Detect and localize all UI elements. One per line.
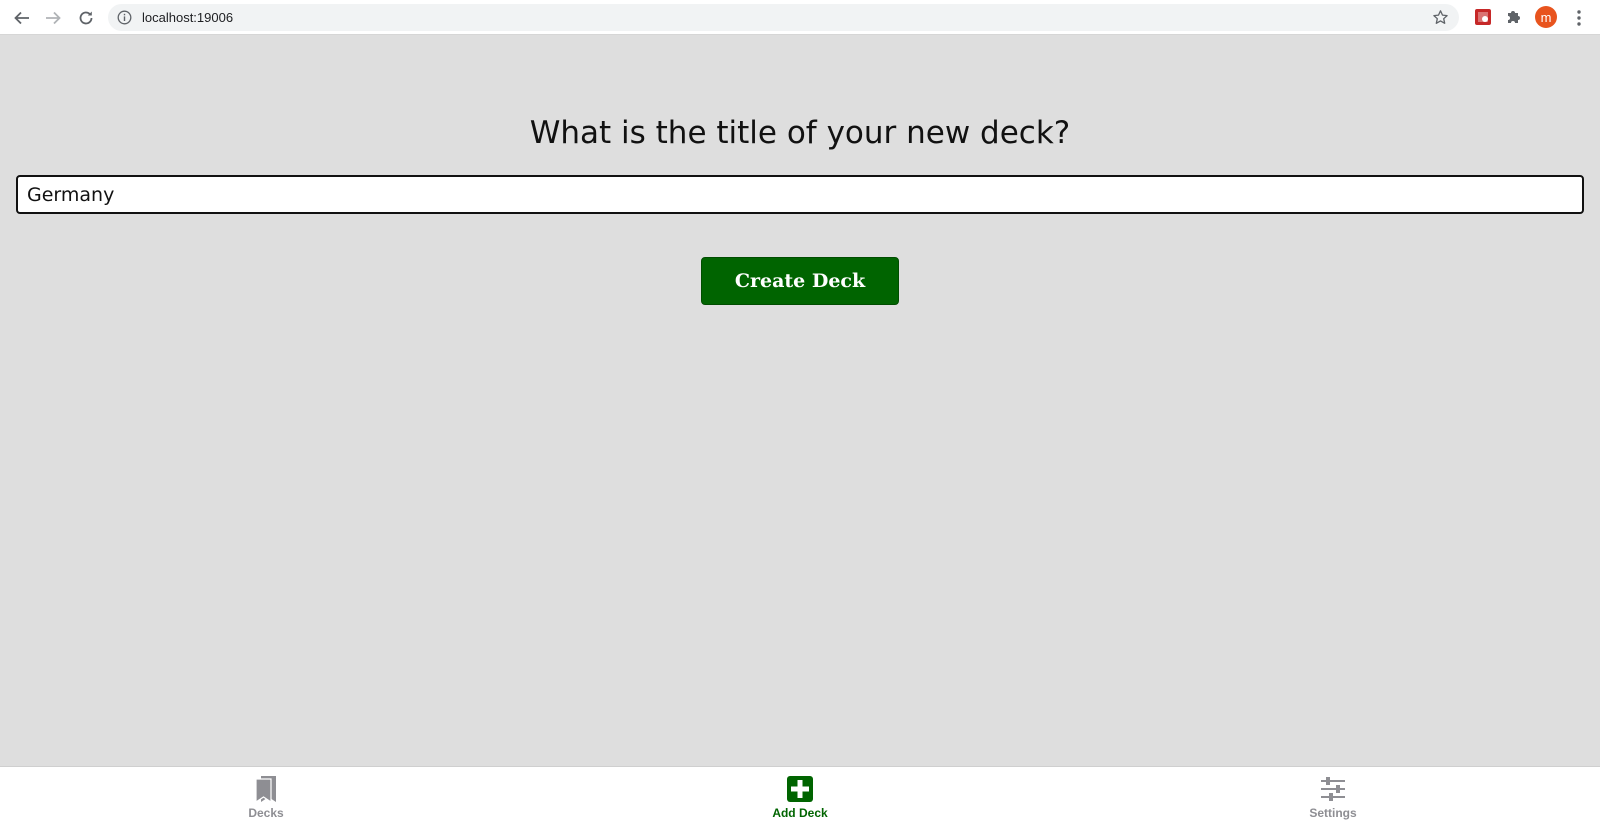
- puzzle-icon: [1508, 11, 1520, 23]
- plus-square-icon: [785, 774, 815, 804]
- back-button[interactable]: [10, 6, 34, 30]
- arrow-right-icon: [46, 11, 61, 25]
- tab-settings-label: Settings: [1309, 806, 1357, 820]
- browser-toolbar: localhost:19006 m: [0, 0, 1600, 35]
- reload-button[interactable]: [74, 6, 98, 30]
- kebab-icon: [1577, 10, 1581, 26]
- tab-decks-label: Decks: [248, 806, 284, 820]
- profile-avatar[interactable]: m: [1535, 6, 1557, 28]
- extension-button[interactable]: [1473, 7, 1493, 27]
- reload-icon: [79, 11, 93, 25]
- bottom-tab-bar: Decks Add Deck Settings: [0, 766, 1600, 824]
- arrow-left-icon: [14, 11, 29, 25]
- page-title: What is the title of your new deck?: [529, 115, 1071, 151]
- add-deck-screen: What is the title of your new deck? Crea…: [0, 35, 1600, 766]
- deck-title-input[interactable]: [16, 175, 1584, 214]
- address-bar[interactable]: localhost:19006: [108, 4, 1459, 31]
- create-deck-button[interactable]: Create Deck: [701, 257, 899, 305]
- tab-settings[interactable]: Settings: [1293, 767, 1373, 824]
- extensions-menu-button[interactable]: [1504, 7, 1524, 27]
- forward-button[interactable]: [41, 6, 65, 30]
- info-icon[interactable]: [117, 10, 132, 25]
- star-icon[interactable]: [1432, 9, 1449, 26]
- browser-menu-button[interactable]: [1572, 8, 1586, 28]
- extension-app-icon: [1475, 9, 1491, 25]
- sliders-icon: [1318, 774, 1348, 804]
- tab-decks[interactable]: Decks: [226, 767, 306, 824]
- bookmarks-icon: [251, 774, 281, 804]
- tab-add-deck-label: Add Deck: [772, 806, 828, 820]
- tab-add-deck[interactable]: Add Deck: [750, 767, 850, 824]
- url-text[interactable]: localhost:19006: [142, 10, 233, 25]
